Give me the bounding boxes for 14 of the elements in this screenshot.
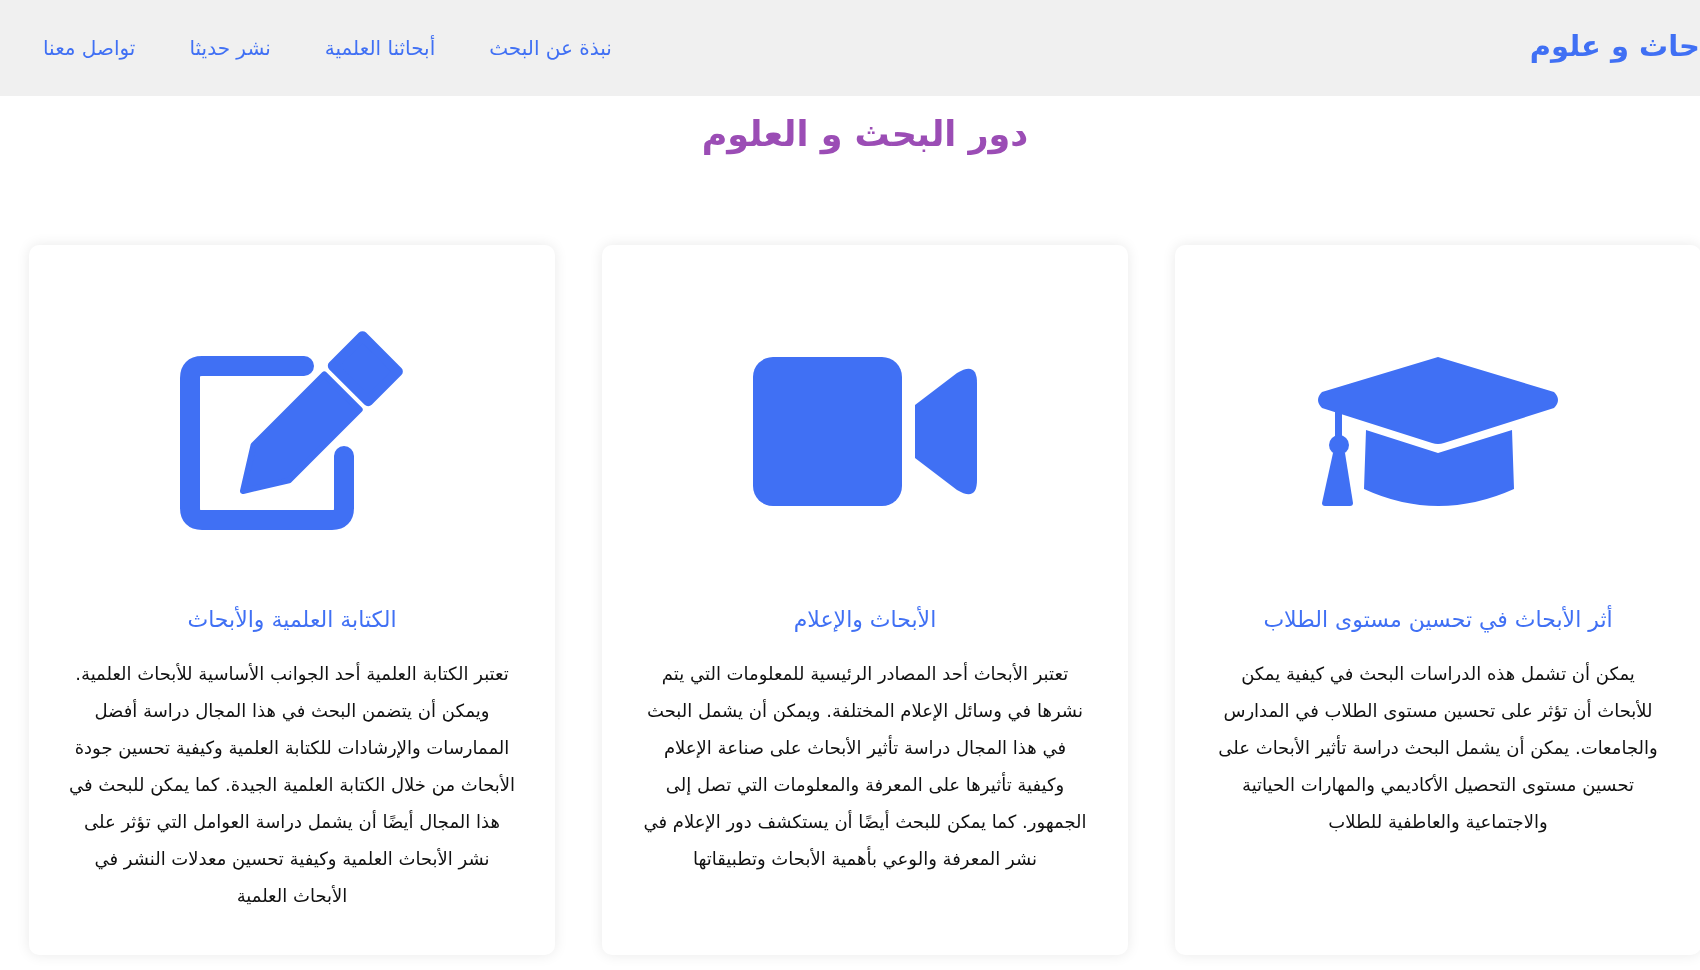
page-title: دور البحث و العلوم [701, 114, 1029, 154]
nav-link[interactable]: تواصل معنا [43, 36, 136, 60]
card-title: الأبحاث والإعلام [793, 605, 937, 634]
card-text: يمكن أن تشمل هذه الدراسات البحث في كيفية يمكن للأبحاث أن تؤثر على تحسين مستوى الطلاب في المدارس والجامعات. يمكن أن يشمل البحث دراسة تأثير الأبحاث على تحسين مستوى التحصيل الأكاديمي والمهارات الحياتية والاجتماعية والعاطفية للطلاب [1217, 661, 1659, 835]
nav-link[interactable]: أبحاثنا العلمية [324, 36, 436, 60]
pencil-square-icon [180, 331, 404, 531]
nav-link[interactable]: نبذة عن البحث [489, 36, 612, 60]
card-title: الكتابة العلمية والأبحاث [187, 605, 397, 634]
video-camera-icon [753, 356, 977, 506]
site-title: حاث و علوم [1529, 29, 1700, 63]
card-text: تعتبر الكتابة العلمية أحد الجوانب الأساسية للأبحاث العلمية. ويمكن أن يتضمن البحث في هذا المجال دراسة أفضل الممارسات والإرشادات للكتابة العلمية وكيفية تحسين جودة الأبحاث من خلال الكتابة العلمية الجيدة. كما يمكن للبحث في هذا المجال أيضًا أن يشمل دراسة العوامل التي تؤثر على نشر الأبحاث العلمية وكيفية تحسين معدلات النشر في الأبحاث العلمية [67, 661, 517, 908]
nav-link[interactable]: نشر حديثا [189, 36, 271, 60]
card-text: تعتبر الأبحاث أحد المصادر الرئيسية للمعلومات التي يتم نشرها في وسائل الإعلام المختلفة. ويمكن أن يشمل البحث في هذا المجال دراسة تأثير الأبحاث على صناعة الإعلام وكيفية تأثيرها على المعرفة والمعلومات التي تصل إلى الجمهور. كما يمكن للبحث أيضًا أن يستكشف دور الإعلام في نشر المعرفة والوعي بأهمية الأبحاث وتطبيقاتها [642, 661, 1088, 872]
card-title: أثر الأبحاث في تحسين مستوى الطلاب [1263, 605, 1613, 635]
